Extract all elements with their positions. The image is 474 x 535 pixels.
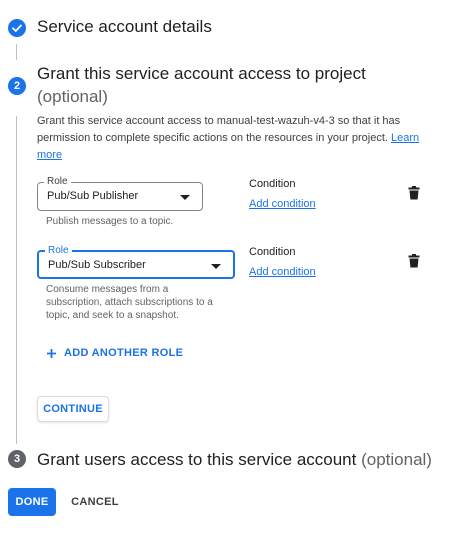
step-1-check-icon [8,19,26,37]
cancel-button[interactable]: CANCEL [66,488,124,516]
add-another-role-label: ADD ANOTHER ROLE [64,347,184,359]
step-2-optional: (optional) [37,87,108,106]
role-1-helper: Publish messages to a topic. [46,216,174,227]
role-1-label: Role [44,176,71,188]
role-1-value: Pub/Sub Publisher [47,190,139,202]
role-2-label: Role [45,245,72,257]
step-3-number: 3 [13,453,21,465]
check-icon [12,24,22,32]
role-1-add-condition-link[interactable]: Add condition [249,198,316,210]
role-2-select[interactable]: Role Pub/Sub Subscriber [37,245,235,279]
role-2-condition-label: Condition [249,246,296,258]
step-2-connector [16,116,17,444]
done-button[interactable]: DONE [8,488,56,516]
step-2-number: 2 [13,80,21,92]
step-3-optional: (optional) [361,450,432,469]
caret-down-icon [180,195,190,200]
role-2-delete-trash-icon[interactable] [408,254,420,268]
continue-button[interactable]: CONTINUE [37,396,109,422]
step-2-number-badge: 2 [8,77,26,95]
step-2-description: Grant this service account access to man… [37,113,427,164]
step-3-title-text: Grant users access to this service accou… [37,450,357,469]
role-2-value: Pub/Sub Subscriber [48,259,146,271]
step-1-title[interactable]: Service account details [37,17,212,37]
plus-icon [47,348,56,358]
step-3-title[interactable]: Grant users access to this service accou… [37,450,432,470]
role-1-condition-label: Condition [249,178,296,190]
role-2-helper: Consume messages from a subscription, at… [46,284,213,321]
add-another-role-button[interactable]: ADD ANOTHER ROLE [46,345,183,361]
step-3-number-badge: 3 [8,450,26,468]
role-1-select[interactable]: Role Pub/Sub Publisher [37,176,203,211]
step-2-title: Grant this service account access to pro… [37,64,366,83]
caret-down-icon [211,264,221,269]
step-1-connector [16,44,17,60]
role-1-delete-trash-icon[interactable] [408,186,420,200]
role-2-add-condition-link[interactable]: Add condition [249,266,316,278]
description-text: Grant this service account access to man… [37,115,401,144]
